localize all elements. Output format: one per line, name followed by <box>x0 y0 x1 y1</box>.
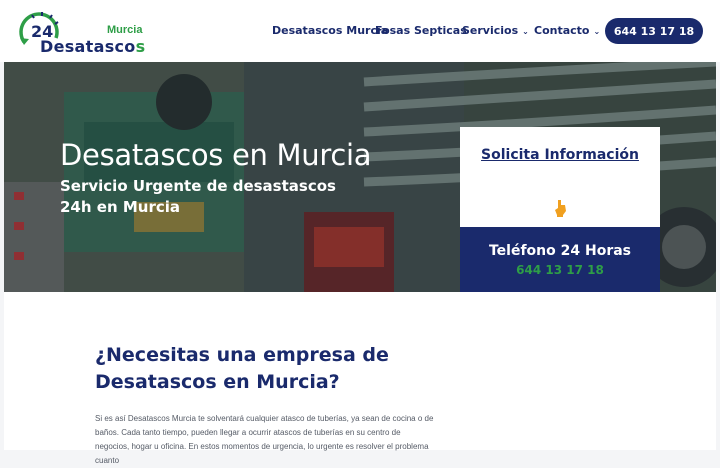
hand-pointer-icon <box>555 200 566 217</box>
nav-item-contacto[interactable]: Contacto ⌄ <box>534 24 600 37</box>
phone-card-title: Teléfono 24 Horas <box>488 243 632 259</box>
phone-button[interactable]: 644 13 17 18 <box>605 18 703 44</box>
nav-item-desatascos-murcia[interactable]: Desatascos Murcia <box>272 24 388 37</box>
logo-wordmark: Desatascos <box>40 37 145 56</box>
nav-label: Desatascos Murcia <box>272 24 389 37</box>
phone-card-number[interactable]: 644 13 17 18 <box>460 263 660 277</box>
nav-item-fosas-septicas[interactable]: Fosas Septicas <box>375 24 467 37</box>
nav-label: Servicios <box>462 24 519 37</box>
site-header: 24 Murcia Desatascos Desatascos Murcia F… <box>0 0 720 62</box>
logo-word-main: Desatasco <box>40 37 136 56</box>
section-paragraph: Si es así Desatascos Murcia te solventar… <box>95 414 434 465</box>
chevron-down-icon: ⌄ <box>593 27 601 36</box>
section-heading: ¿Necesitas una empresa de Desatascos en … <box>95 344 389 393</box>
nav-item-servicios[interactable]: Servicios ⌄ <box>462 24 529 37</box>
logo-word-last: s <box>135 37 146 56</box>
info-request-card: Solicita Información <box>460 127 660 227</box>
hero-title: Desatascos en Murcia <box>60 138 372 172</box>
logo-city: Murcia <box>107 24 143 36</box>
nav-label: Contacto <box>534 24 590 37</box>
site-logo[interactable]: 24 Murcia Desatascos <box>18 8 148 56</box>
nav-label: Fosas Septicas <box>375 24 467 37</box>
main-content: ¿Necesitas una empresa de Desatascos en … <box>4 292 716 465</box>
phone-card: Teléfono 24 Horas 644 13 17 18 <box>460 227 660 292</box>
hero-subtitle: Servicio Urgente de desastascos 24h en M… <box>60 177 336 216</box>
request-info-link[interactable]: Solicita Información <box>460 147 660 163</box>
chevron-down-icon: ⌄ <box>522 27 529 36</box>
